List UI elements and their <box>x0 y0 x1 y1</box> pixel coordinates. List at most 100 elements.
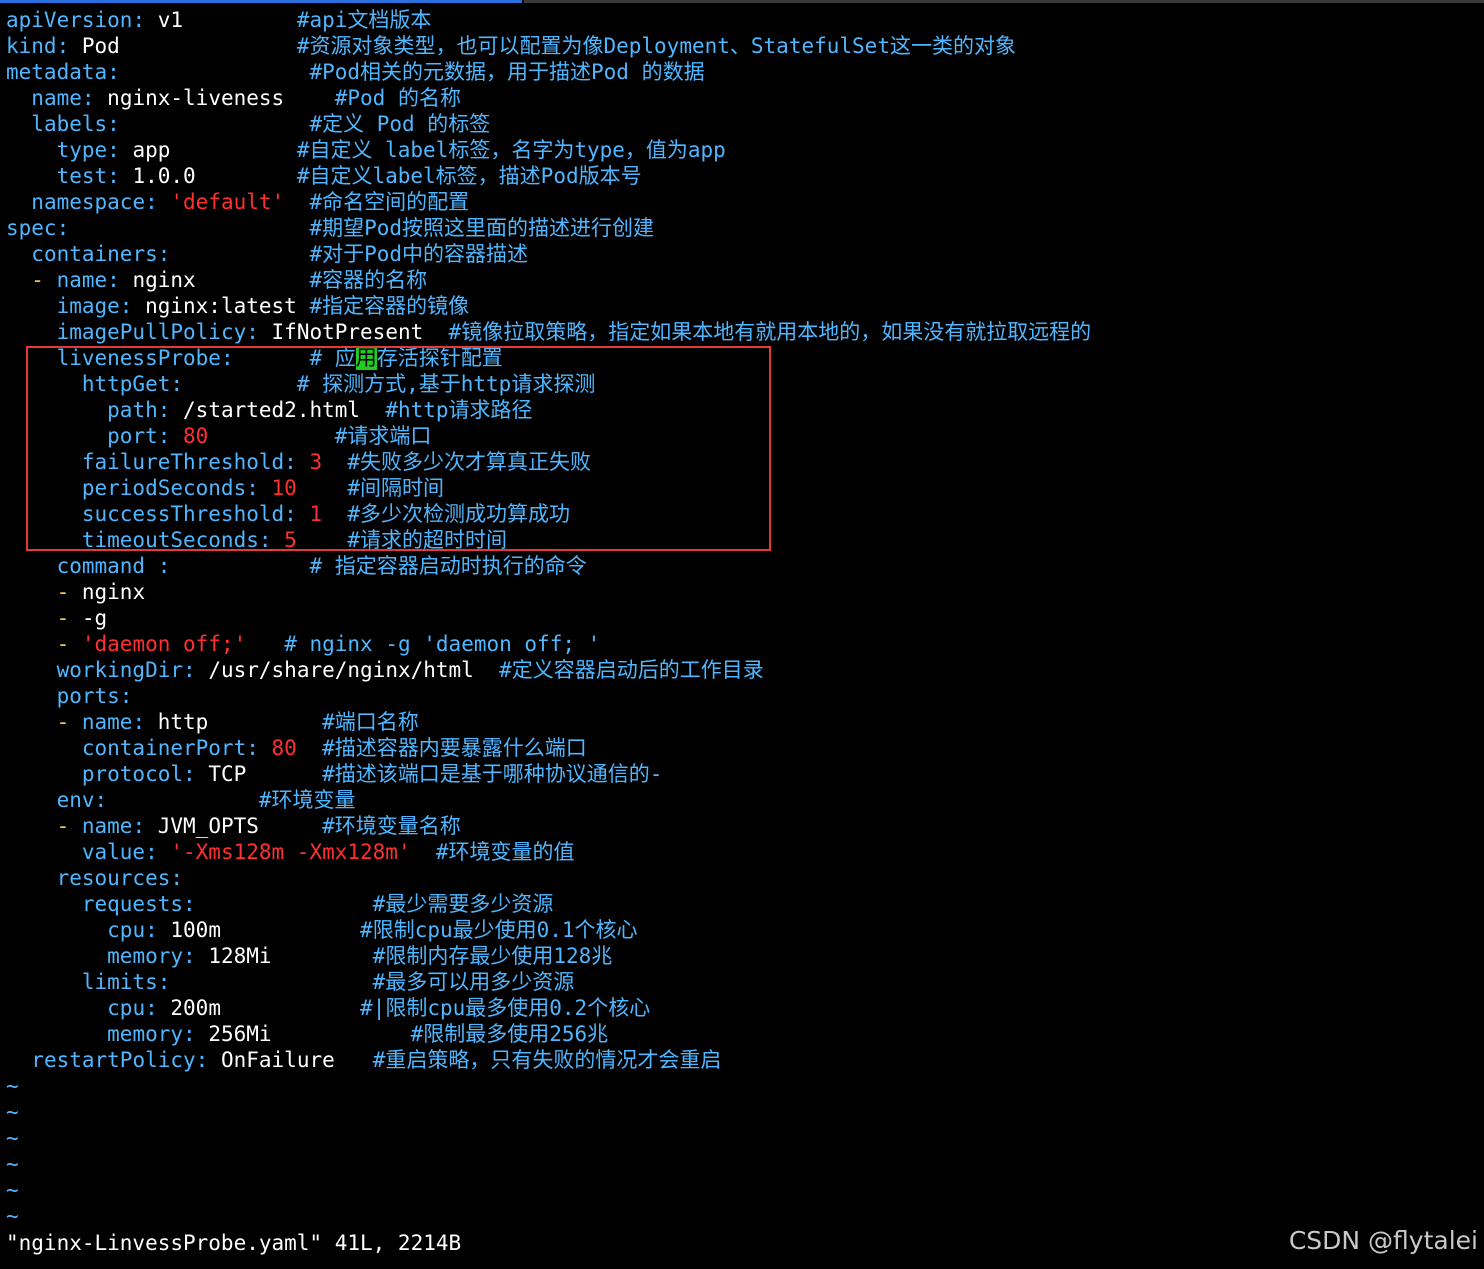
yaml-value <box>246 632 284 656</box>
yaml-list-dash: - <box>56 580 82 604</box>
code-line[interactable]: workingDir: /usr/share/nginx/html #定义容器启… <box>6 657 1476 683</box>
yaml-key: resources <box>56 866 171 890</box>
yaml-string: 'daemon off;' <box>81 632 247 656</box>
code-line[interactable]: resources: <box>6 865 1476 891</box>
code-line[interactable]: cpu: 100m #限制cpu最少使用0.1个核心 <box>6 917 1476 943</box>
yaml-key: restartPolicy <box>31 1048 196 1072</box>
yaml-comment: #自定义 label标签，名字为type，值为app <box>296 138 726 162</box>
yaml-punctuation: : <box>107 268 133 292</box>
code-line[interactable]: - 'daemon off;' # nginx -g 'daemon off; … <box>6 631 1476 657</box>
yaml-value <box>6 294 57 318</box>
code-line[interactable]: image: nginx:latest #指定容器的镜像 <box>6 293 1476 319</box>
code-line[interactable]: ~ <box>6 1177 1476 1203</box>
code-line[interactable]: - name: http #端口名称 <box>6 709 1476 735</box>
yaml-value <box>6 762 82 786</box>
yaml-value <box>297 736 322 760</box>
yaml-value <box>6 892 82 916</box>
yaml-value <box>6 814 57 838</box>
yaml-comment: #Pod 的名称 <box>334 86 461 110</box>
yaml-punctuation: : <box>183 944 209 968</box>
yaml-comment: #最少需要多少资源 <box>372 892 554 916</box>
yaml-key: cpu <box>107 918 146 942</box>
yaml-comment: #对于Pod中的容器描述 <box>309 242 529 266</box>
code-line[interactable]: type: app #自定义 label标签，名字为type，值为app <box>6 137 1476 163</box>
yaml-punctuation: : <box>119 294 146 318</box>
code-line[interactable]: requests: #最少需要多少资源 <box>6 891 1476 917</box>
code-line[interactable]: cpu: 200m #|限制cpu最多使用0.2个核心 <box>6 995 1476 1021</box>
yaml-value <box>6 944 107 968</box>
yaml-key: env <box>56 788 95 812</box>
yaml-value <box>6 1022 107 1046</box>
yaml-key: imagePullPolicy <box>56 320 247 344</box>
code-line[interactable]: ~ <box>6 1203 1476 1229</box>
yaml-value: TCP <box>208 762 323 786</box>
yaml-punctuation: : <box>56 34 82 58</box>
code-line[interactable]: restartPolicy: OnFailure #重启策略，只有失败的情况才会… <box>6 1047 1476 1073</box>
yaml-key: containers <box>31 242 158 266</box>
yaml-punctuation: : <box>183 1022 209 1046</box>
code-line[interactable]: spec: #期望Pod按照这里面的描述进行创建 <box>6 215 1476 241</box>
code-line[interactable]: ~ <box>6 1073 1476 1099</box>
code-line[interactable]: metadata: #Pod相关的元数据，用于描述Pod 的数据 <box>6 59 1476 85</box>
code-line[interactable]: labels: #定义 Pod 的标签 <box>6 111 1476 137</box>
code-line[interactable]: kind: Pod #资源对象类型，也可以配置为像Deployment、Stat… <box>6 33 1476 59</box>
empty-line-tilde: ~ <box>6 1204 19 1228</box>
yaml-comment: #重启策略，只有失败的情况才会重启 <box>372 1048 722 1072</box>
csdn-watermark: CSDN @flytalei <box>1288 1226 1478 1255</box>
code-line[interactable]: imagePullPolicy: IfNotPresent #镜像拉取策略，指定… <box>6 319 1476 345</box>
code-line[interactable]: ports: <box>6 683 1476 709</box>
code-line[interactable]: memory: 128Mi #限制内存最少使用128兆 <box>6 943 1476 969</box>
yaml-punctuation: : <box>183 892 373 916</box>
yaml-key: kind <box>6 34 57 58</box>
code-line[interactable]: apiVersion: v1 #api文档版本 <box>6 7 1476 33</box>
code-line[interactable]: containerPort: 80 #描述容器内要暴露什么端口 <box>6 735 1476 761</box>
yaml-comment: #容器的名称 <box>309 268 428 292</box>
code-line[interactable]: limits: #最多可以用多少资源 <box>6 969 1476 995</box>
code-line[interactable]: memory: 256Mi #限制最多使用256兆 <box>6 1021 1476 1047</box>
code-line[interactable]: command : # 指定容器启动时执行的命令 <box>6 553 1476 579</box>
yaml-value <box>6 190 31 214</box>
yaml-comment: #环境变量名称 <box>322 814 461 838</box>
code-line[interactable]: name: nginx-liveness #Pod 的名称 <box>6 85 1476 111</box>
code-line[interactable]: ~ <box>6 1099 1476 1125</box>
code-line[interactable]: value: '-Xms128m -Xmx128m' #环境变量的值 <box>6 839 1476 865</box>
code-line[interactable]: test: 1.0.0 #自定义label标签，描述Pod版本号 <box>6 163 1476 189</box>
code-line[interactable]: - name: nginx #容器的名称 <box>6 267 1476 293</box>
code-line[interactable]: - name: JVM_OPTS #环境变量名称 <box>6 813 1476 839</box>
yaml-value <box>6 658 57 682</box>
yaml-value: app <box>132 138 297 162</box>
yaml-value <box>6 606 57 630</box>
yaml-value: 200m <box>170 996 361 1020</box>
yaml-value: nginx-liveness <box>107 86 335 110</box>
yaml-value <box>6 866 57 890</box>
tab-indicator-line <box>0 0 1484 3</box>
vim-editor-buffer[interactable]: apiVersion: v1 #api文档版本 kind: Pod #资源对象类型… <box>6 7 1476 1229</box>
yaml-punctuation: : <box>157 970 373 994</box>
code-line[interactable]: - nginx <box>6 579 1476 605</box>
yaml-punctuation: : <box>145 554 310 578</box>
yaml-key: name <box>31 86 82 110</box>
code-line[interactable]: - -g <box>6 605 1476 631</box>
yaml-value: /usr/share/nginx/html <box>208 658 500 682</box>
yaml-punctuation: : <box>183 658 209 682</box>
code-line[interactable]: ~ <box>6 1125 1476 1151</box>
code-line[interactable]: namespace: 'default' #命名空间的配置 <box>6 189 1476 215</box>
yaml-comment: #命名空间的配置 <box>309 190 470 214</box>
yaml-key: spec <box>6 216 57 240</box>
yaml-value: nginx <box>132 268 310 292</box>
yaml-value <box>6 164 57 188</box>
yaml-value <box>6 554 57 578</box>
yaml-comment: #限制内存最少使用128兆 <box>372 944 613 968</box>
yaml-comment: #资源对象类型，也可以配置为像Deployment、StatefulSet这一类… <box>296 34 1016 58</box>
code-line[interactable]: env: #环境变量 <box>6 787 1476 813</box>
code-line[interactable]: protocol: TCP #描述该端口是基于哪种协议通信的- <box>6 761 1476 787</box>
yaml-value: nginx <box>81 580 146 604</box>
yaml-value <box>6 1048 31 1072</box>
inactive-tab-indicator <box>524 0 1484 3</box>
yaml-value: JVM_OPTS <box>157 814 323 838</box>
code-line[interactable]: ~ <box>6 1151 1476 1177</box>
yaml-comment: # 指定容器启动时执行的命令 <box>309 554 587 578</box>
yaml-value <box>6 788 57 812</box>
yaml-key: cpu <box>107 996 146 1020</box>
code-line[interactable]: containers: #对于Pod中的容器描述 <box>6 241 1476 267</box>
